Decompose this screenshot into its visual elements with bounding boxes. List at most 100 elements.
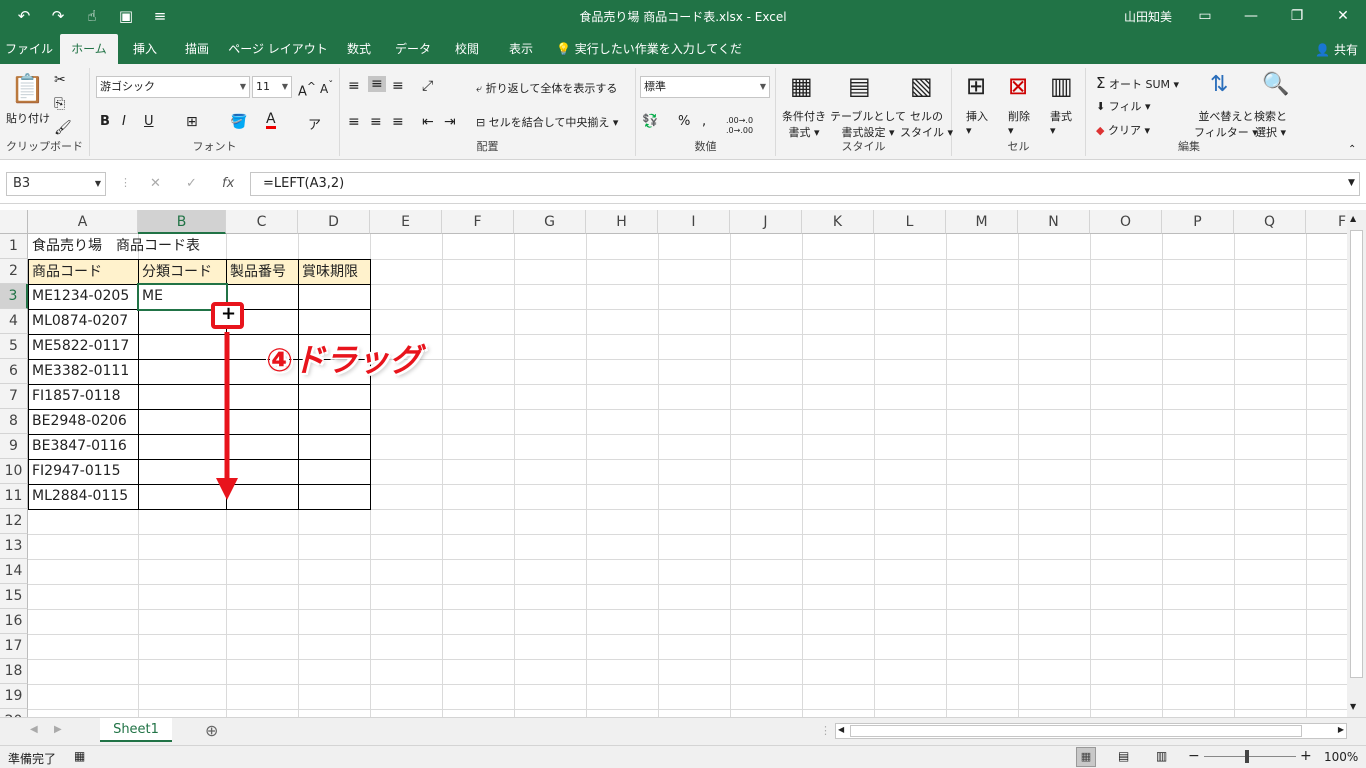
cell-a11[interactable]: ML2884-0115 bbox=[29, 484, 128, 509]
select-all-button[interactable] bbox=[0, 210, 28, 234]
normal-view-icon[interactable]: ▦ bbox=[1076, 747, 1096, 767]
minimize-button[interactable]: — bbox=[1228, 0, 1274, 34]
border-icon[interactable]: ⊞ bbox=[186, 114, 198, 130]
paste-button[interactable]: 貼り付け bbox=[6, 110, 50, 126]
increase-font-icon[interactable]: A^ bbox=[298, 80, 316, 99]
orientation-icon[interactable]: ⤢ bbox=[422, 78, 433, 94]
currency-icon[interactable]: 💱 bbox=[642, 114, 658, 129]
italic-button[interactable]: I bbox=[122, 114, 126, 129]
scroll-right-icon[interactable]: ▶ bbox=[1338, 725, 1344, 734]
row-header-1[interactable]: 1 bbox=[0, 234, 28, 259]
format-table-button[interactable]: テーブルとして 書式設定 ▾ bbox=[830, 108, 906, 140]
row-header-14[interactable]: 14 bbox=[0, 559, 28, 584]
cell-styles-icon[interactable]: ▧ bbox=[910, 72, 933, 100]
column-header-q[interactable]: Q bbox=[1234, 210, 1306, 234]
find-select-icon[interactable]: 🔍 bbox=[1262, 72, 1289, 97]
column-header-d[interactable]: D bbox=[298, 210, 370, 234]
row-header-16[interactable]: 16 bbox=[0, 609, 28, 634]
restore-button[interactable]: ❐ bbox=[1274, 0, 1320, 34]
cell-a4[interactable]: ML0874-0207 bbox=[29, 309, 128, 334]
cell-a1[interactable]: 食品売り場 商品コード表 bbox=[29, 234, 200, 259]
find-select-button[interactable]: 検索と 選択 ▾ bbox=[1254, 108, 1287, 140]
insert-function-button[interactable]: fx bbox=[222, 176, 234, 191]
scroll-thumb[interactable] bbox=[850, 725, 1302, 737]
decrease-decimal-button[interactable]: .0→.00 bbox=[726, 126, 753, 135]
sort-filter-icon[interactable]: ⇅ bbox=[1210, 72, 1228, 97]
tab-file[interactable]: ファイル bbox=[0, 34, 58, 64]
cell-a5[interactable]: ME5822-0117 bbox=[29, 334, 129, 359]
format-table-icon[interactable]: ▤ bbox=[848, 72, 871, 100]
tab-view[interactable]: 表示 bbox=[498, 34, 544, 64]
close-button[interactable]: ✕ bbox=[1320, 0, 1366, 34]
row-header-5[interactable]: 5 bbox=[0, 334, 28, 359]
merge-center-button[interactable]: ⊟ セルを結合して中央揃え ▾ bbox=[476, 114, 618, 130]
row-header-6[interactable]: 6 bbox=[0, 359, 28, 384]
format-painter-icon[interactable]: 🖌 bbox=[54, 120, 72, 136]
zoom-level[interactable]: 100% bbox=[1324, 750, 1358, 764]
tab-split-handle[interactable]: ⋮ bbox=[820, 724, 831, 737]
column-header-l[interactable]: L bbox=[874, 210, 946, 234]
column-header-m[interactable]: M bbox=[946, 210, 1018, 234]
row-header-11[interactable]: 11 bbox=[0, 484, 28, 509]
cell-a8[interactable]: BE2948-0206 bbox=[29, 409, 127, 434]
new-sheet-icon[interactable]: ⊕ bbox=[205, 721, 218, 740]
align-center-icon[interactable]: ≡ bbox=[370, 114, 382, 130]
align-left-icon[interactable]: ≡ bbox=[348, 114, 360, 130]
column-header-h[interactable]: H bbox=[586, 210, 658, 234]
column-header-a[interactable]: A bbox=[28, 210, 138, 234]
fill-handle-highlight[interactable]: + bbox=[211, 302, 244, 329]
row-header-18[interactable]: 18 bbox=[0, 659, 28, 684]
scroll-down-icon[interactable]: ▼ bbox=[1350, 702, 1356, 711]
user-name[interactable]: 山田知美 bbox=[1124, 8, 1172, 25]
tab-insert[interactable]: 挿入 bbox=[122, 34, 168, 64]
macro-record-icon[interactable]: ▦ bbox=[74, 749, 85, 763]
column-header-e[interactable]: E bbox=[370, 210, 442, 234]
next-sheet-icon[interactable]: ▶ bbox=[54, 724, 62, 735]
row-header-15[interactable]: 15 bbox=[0, 584, 28, 609]
column-header-r[interactable]: F bbox=[1306, 210, 1347, 234]
tell-me-search[interactable]: 💡 実行したい作業を入力してください bbox=[556, 34, 752, 86]
font-name-select[interactable]: 游ゴシック ▼ bbox=[96, 76, 250, 98]
format-cells-button[interactable]: 書式 ▾ bbox=[1050, 108, 1072, 137]
enter-icon[interactable]: ✓ bbox=[186, 176, 197, 191]
tab-formulas[interactable]: 数式 bbox=[336, 34, 382, 64]
column-header-b[interactable]: B bbox=[138, 210, 226, 234]
number-format-select[interactable]: 標準 ▼ bbox=[640, 76, 770, 98]
zoom-slider-thumb[interactable] bbox=[1245, 750, 1249, 763]
bold-button[interactable]: B bbox=[100, 114, 110, 129]
delete-cells-button[interactable]: 削除 ▾ bbox=[1008, 108, 1030, 137]
align-bottom-icon[interactable]: ≡ bbox=[392, 78, 404, 94]
cell-a10[interactable]: FI2947-0115 bbox=[29, 459, 121, 484]
insert-cells-button[interactable]: 挿入 ▾ bbox=[966, 108, 988, 137]
column-header-i[interactable]: I bbox=[658, 210, 730, 234]
column-header-c[interactable]: C bbox=[226, 210, 298, 234]
row-header-10[interactable]: 10 bbox=[0, 459, 28, 484]
phonetic-icon[interactable]: ア bbox=[308, 114, 321, 133]
conditional-format-icon[interactable]: ▦ bbox=[790, 72, 813, 100]
row-header-4[interactable]: 4 bbox=[0, 309, 28, 334]
align-top-icon[interactable]: ≡ bbox=[348, 78, 360, 94]
row-header-19[interactable]: 19 bbox=[0, 684, 28, 709]
fill-button[interactable]: ⬇ フィル ▾ bbox=[1096, 98, 1151, 114]
zoom-in-icon[interactable]: + bbox=[1300, 748, 1312, 764]
delete-cells-icon[interactable]: ⊠ bbox=[1008, 72, 1028, 100]
scroll-thumb[interactable] bbox=[1350, 230, 1363, 678]
cell-a3[interactable]: ME1234-0205 bbox=[29, 284, 129, 309]
sort-filter-button[interactable]: 並べ替えと フィルター ▾ bbox=[1194, 108, 1258, 140]
tab-data[interactable]: データ bbox=[390, 34, 436, 64]
row-header-13[interactable]: 13 bbox=[0, 534, 28, 559]
font-color-icon[interactable]: A bbox=[266, 112, 276, 129]
row-header-9[interactable]: 9 bbox=[0, 434, 28, 459]
tab-home[interactable]: ホーム bbox=[60, 34, 118, 64]
share-button[interactable]: 👤 共有 bbox=[1315, 41, 1358, 58]
page-layout-view-icon[interactable]: ▤ bbox=[1118, 749, 1129, 763]
collapse-ribbon-icon[interactable]: ⌃ bbox=[1348, 144, 1356, 155]
cancel-icon[interactable]: ✕ bbox=[150, 176, 161, 191]
conditional-format-button[interactable]: 条件付き 書式 ▾ bbox=[782, 108, 826, 140]
prev-sheet-icon[interactable]: ◀ bbox=[30, 724, 38, 735]
cell-a6[interactable]: ME3382-0111 bbox=[29, 359, 129, 384]
increase-indent-icon[interactable]: ⇥ bbox=[444, 114, 456, 130]
row-header-2[interactable]: 2 bbox=[0, 259, 28, 284]
underline-button[interactable]: U bbox=[144, 114, 154, 129]
cell-styles-button[interactable]: セルの スタイル ▾ bbox=[900, 108, 953, 140]
